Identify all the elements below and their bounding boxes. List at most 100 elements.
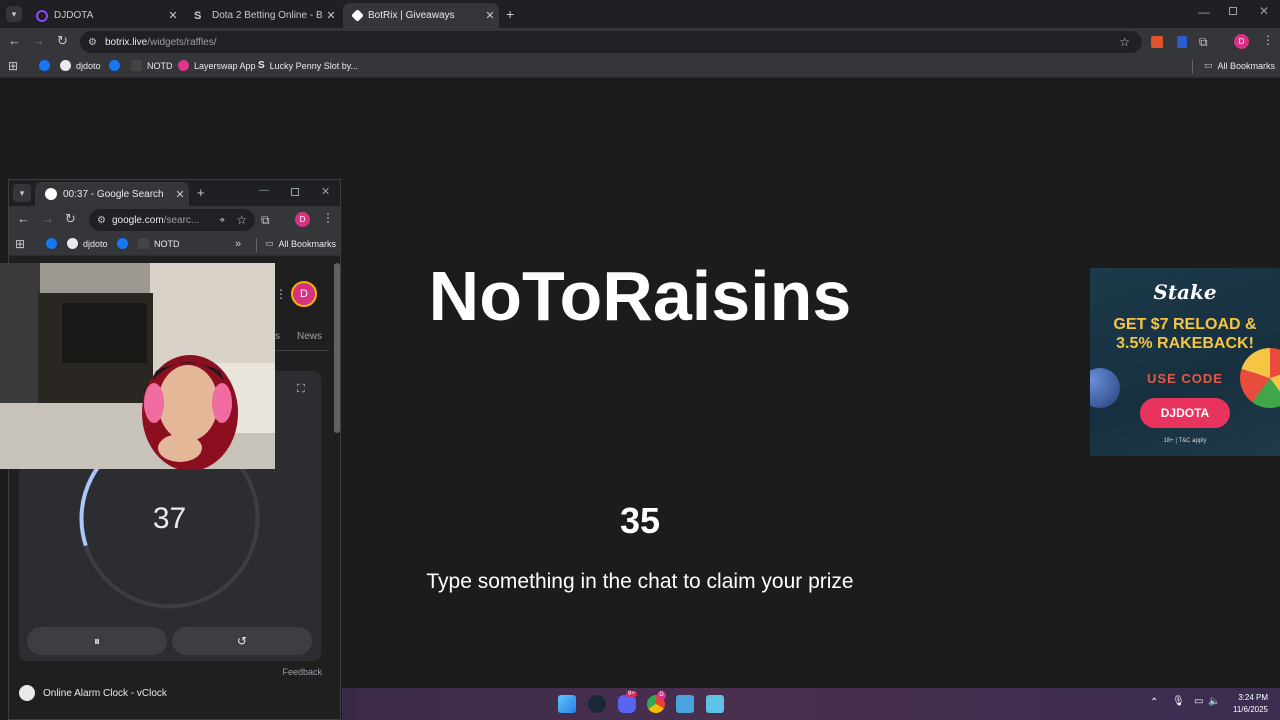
menu-icon[interactable]: ⋮ [1262, 33, 1274, 47]
bookmark-label: NOTD [147, 60, 173, 71]
system-clock[interactable]: 3:24 PM 11/6/2025 [1233, 692, 1268, 716]
extension-icon[interactable] [1177, 36, 1187, 48]
botrix-icon [351, 9, 364, 22]
reset-button[interactable]: ↺ [172, 627, 312, 655]
all-bookmarks-folder[interactable]: ▭ All Bookmarks [265, 238, 336, 249]
result-title: Online Alarm Clock - vClock [43, 687, 167, 699]
bookmark-star-icon[interactable]: ☆ [1119, 35, 1130, 49]
bookmarks-bar: ⊞ djdoto NOTD Layerswap App S Lucky Penny… [0, 56, 1280, 78]
back-icon[interactable]: ← [8, 33, 21, 48]
tab-google-search[interactable]: 00:37 - Google Search ✕ [35, 182, 189, 206]
address-bar[interactable]: ⚙ google.com /searc... ⌖ ☆ [89, 209, 255, 231]
scrollbar[interactable] [334, 263, 340, 433]
search-tab-news[interactable]: News [297, 331, 322, 342]
forward-icon[interactable]: → [41, 211, 54, 226]
site-info-icon[interactable]: ⚙ [88, 37, 97, 48]
bookmark-notd[interactable]: NOTD [131, 60, 173, 71]
address-bar[interactable]: ⚙ botrix.live /widgets/raffles/ ☆ [80, 31, 1142, 53]
tab-botrix[interactable]: BotRix | Giveaways ✕ [343, 3, 499, 28]
speaker-icon[interactable]: 🔈 [1208, 696, 1220, 707]
windows-start-icon[interactable] [558, 695, 576, 713]
google-apps-icon[interactable]: ⋮ [275, 287, 287, 301]
restore-button[interactable] [1229, 7, 1237, 15]
search-tab-partial[interactable]: s [275, 331, 280, 342]
stake-logo: Stake [1153, 280, 1217, 304]
search-result[interactable]: Online Alarm Clock - vClock [19, 685, 167, 701]
puzzle-icon[interactable]: ⧉ [261, 213, 270, 228]
stake-icon: S [258, 60, 265, 71]
tab-djdota[interactable]: DJDOTA ✕ [26, 3, 182, 28]
location-icon[interactable]: ⌖ [219, 215, 225, 226]
steam-icon[interactable] [588, 695, 606, 713]
forward-icon[interactable]: → [32, 33, 45, 48]
discord-icon[interactable] [618, 695, 636, 713]
bookmark-layerswap[interactable]: Layerswap App [178, 60, 256, 71]
feedback-link[interactable]: Feedback [282, 667, 322, 677]
photos-icon[interactable] [676, 695, 694, 713]
network-icon[interactable]: ▭ [1194, 696, 1203, 707]
minimize-button[interactable]: — [259, 185, 269, 196]
url-path: /searc... [163, 214, 200, 226]
minimize-button[interactable]: — [1198, 5, 1210, 19]
fullscreen-icon[interactable]: ⛶ [297, 383, 305, 396]
notepad-icon[interactable] [706, 695, 724, 713]
facebook-icon [109, 60, 120, 71]
site-icon [67, 238, 78, 249]
reload-icon[interactable]: ↻ [57, 33, 68, 49]
menu-icon[interactable]: ⋮ [322, 211, 334, 225]
extension-icon[interactable] [1151, 36, 1163, 48]
bookmark-djdoto[interactable]: djdoto [60, 60, 101, 71]
bookmark-facebook[interactable] [39, 60, 50, 71]
reload-icon[interactable]: ↻ [65, 211, 76, 227]
tab-search-button[interactable]: ▾ [6, 6, 22, 22]
stake-ad-banner[interactable]: Stake GET $7 RELOAD & 3.5% RAKEBACK! USE… [1090, 268, 1280, 456]
tab-dota-betting[interactable]: S Dota 2 Betting Online - Betting ✕ [184, 3, 340, 28]
bookmark-star-icon[interactable]: ☆ [236, 213, 247, 227]
bookmark-lucky-penny[interactable]: S Lucky Penny Slot by... [258, 60, 358, 71]
webcam-overlay [0, 263, 275, 469]
avatar[interactable]: D [295, 212, 310, 227]
bookmark-djdoto[interactable]: djdoto [67, 238, 108, 249]
pause-icon: ⏸ [93, 633, 100, 648]
close-icon[interactable]: ✕ [481, 9, 499, 22]
apps-grid-icon[interactable]: ⊞ [15, 237, 25, 251]
close-icon[interactable]: ✕ [164, 9, 182, 22]
apps-grid-icon[interactable]: ⊞ [8, 59, 18, 73]
ad-fine-print: 18+ | T&C apply [1163, 438, 1207, 444]
folder-icon: ▭ [1204, 60, 1213, 70]
bookmark-facebook[interactable] [46, 238, 57, 249]
twitch-like-icon [36, 9, 48, 22]
facebook-icon [46, 238, 57, 249]
close-icon[interactable]: ✕ [322, 9, 340, 22]
chevron-up-icon[interactable]: ⌃ [1150, 697, 1158, 708]
bookmark-notd[interactable]: NOTD [138, 238, 180, 249]
close-window-button[interactable]: ✕ [321, 185, 330, 198]
tab-search-button[interactable]: ▾ [13, 184, 31, 202]
ad-code-button[interactable]: DJDOTA [1140, 398, 1230, 428]
site-info-icon[interactable]: ⚙ [97, 215, 106, 226]
notd-icon [138, 238, 149, 249]
chrome-badge: D [657, 691, 666, 700]
new-tab-button[interactable]: + [506, 6, 514, 22]
restore-button[interactable] [291, 188, 299, 196]
close-icon[interactable]: ✕ [171, 188, 189, 201]
all-bookmarks-folder[interactable]: ▭ All Bookmarks [1204, 60, 1275, 71]
tab-title: Dota 2 Betting Online - Betting [212, 10, 322, 21]
more-bookmarks-icon[interactable]: » [235, 238, 241, 250]
pause-button[interactable]: ⏸ [27, 627, 167, 655]
bookmark-facebook[interactable] [109, 60, 120, 71]
bookmarks-divider [1192, 60, 1193, 74]
avatar[interactable]: D [1234, 34, 1249, 49]
reset-icon: ↺ [236, 634, 248, 648]
mic-icon[interactable]: 🎙 [1172, 696, 1185, 707]
puzzle-icon[interactable]: ⧉ [1199, 35, 1208, 50]
back-icon[interactable]: ← [17, 211, 30, 226]
tab-title: DJDOTA [54, 10, 94, 21]
url-host: botrix.live [104, 36, 148, 48]
bookmark-facebook[interactable] [117, 238, 128, 249]
avatar[interactable]: D [291, 281, 317, 307]
bookmark-label: djdoto [76, 60, 101, 71]
close-window-button[interactable]: ✕ [1259, 4, 1269, 18]
new-tab-button[interactable]: + [197, 185, 205, 200]
popup-tab-strip: ▾ 00:37 - Google Search ✕ + — ✕ [9, 180, 340, 206]
